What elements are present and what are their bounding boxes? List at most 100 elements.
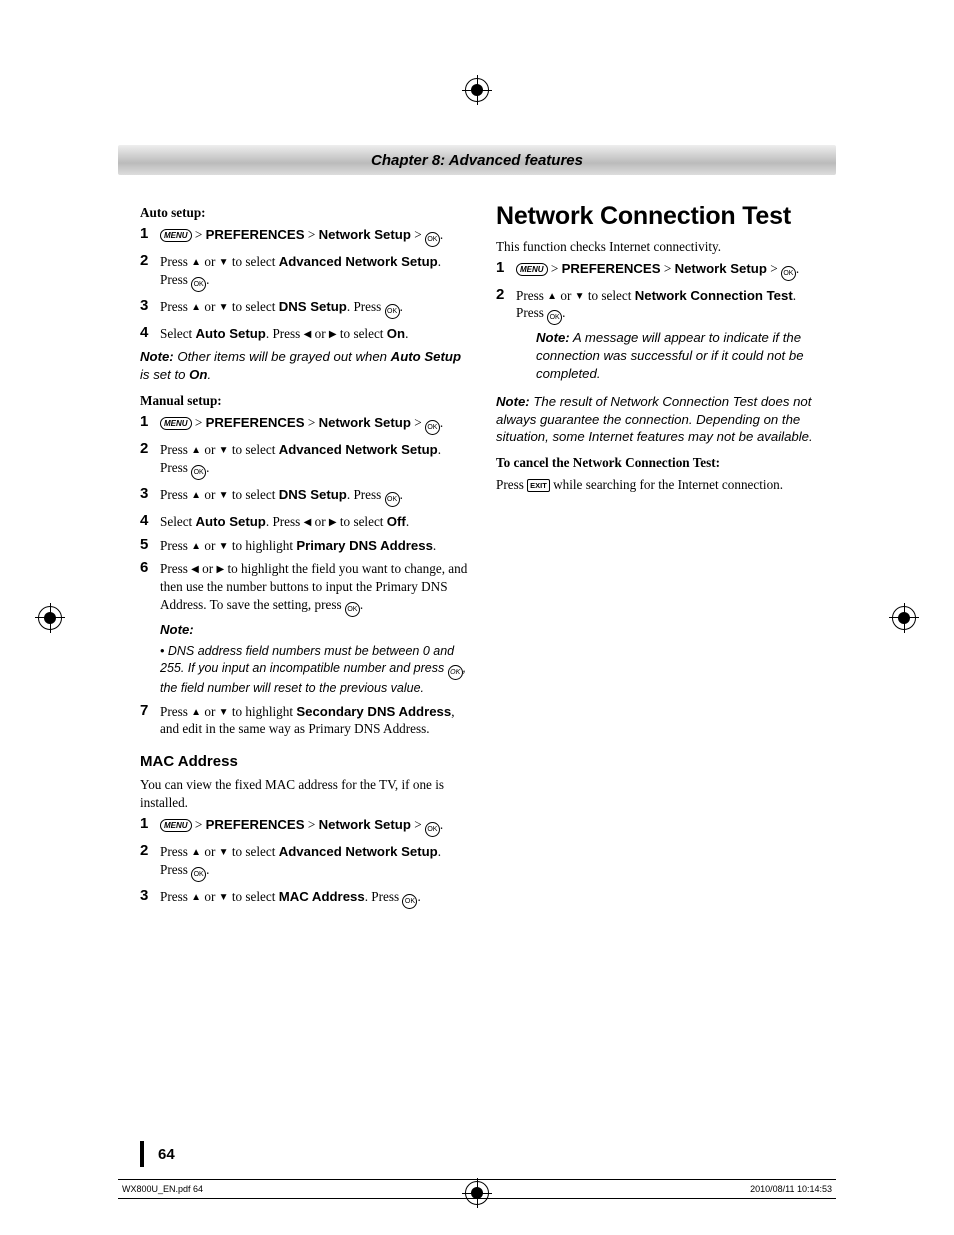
ok-icon: OK bbox=[345, 602, 360, 617]
step-number: 5 bbox=[140, 537, 160, 554]
up-icon: ▲ bbox=[191, 892, 201, 903]
step-body: Press ▲ or ▼ to select MAC Address. Pres… bbox=[160, 888, 468, 909]
mac-address-intro: You can view the fixed MAC address for t… bbox=[140, 776, 468, 812]
step-body: Press ▲ or ▼ to select Advanced Network … bbox=[160, 843, 468, 882]
ok-icon: OK bbox=[385, 304, 400, 319]
ok-icon: OK bbox=[425, 822, 440, 837]
step-body: Press ▲ or ▼ to select DNS Setup. Press … bbox=[160, 486, 468, 507]
crop-mark-icon bbox=[892, 606, 916, 630]
ok-icon: OK bbox=[781, 266, 796, 281]
crop-mark-icon bbox=[38, 606, 62, 630]
ok-icon: OK bbox=[402, 894, 417, 909]
ok-icon: OK bbox=[425, 232, 440, 247]
step-number: 1 bbox=[140, 414, 160, 431]
step-body: Press ▲ or ▼ to select Network Connectio… bbox=[516, 287, 824, 387]
cancel-body: Press EXIT while searching for the Inter… bbox=[496, 476, 824, 494]
step-number: 2 bbox=[140, 441, 160, 458]
left-icon: ◀ bbox=[191, 564, 199, 575]
step-number: 2 bbox=[140, 253, 160, 270]
cancel-heading: To cancel the Network Connection Test: bbox=[496, 454, 824, 472]
step-number: 3 bbox=[140, 888, 160, 905]
step2-note: Note: A message will appear to indicate … bbox=[536, 329, 824, 382]
mac-address-steps: 1 MENU > PREFERENCES > Network Setup > O… bbox=[140, 816, 468, 909]
down-icon: ▼ bbox=[219, 541, 229, 552]
step-number: 6 bbox=[140, 560, 160, 577]
network-test-steps: 1 MENU > PREFERENCES > Network Setup > O… bbox=[496, 260, 824, 387]
down-icon: ▼ bbox=[219, 707, 229, 718]
footer: WX800U_EN.pdf 64 2010/08/11 10:14:53 bbox=[118, 1179, 836, 1199]
step-body: Press ▲ or ▼ to select Advanced Network … bbox=[160, 441, 468, 480]
page-number: 64 bbox=[158, 1146, 175, 1163]
step-number: 1 bbox=[140, 226, 160, 243]
network-test-outer-note: Note: The result of Network Connection T… bbox=[496, 393, 824, 446]
ok-icon: OK bbox=[385, 492, 400, 507]
step-number: 3 bbox=[140, 486, 160, 503]
step-number: 3 bbox=[140, 298, 160, 315]
up-icon: ▲ bbox=[191, 541, 201, 552]
ok-icon: OK bbox=[448, 665, 463, 680]
step-body: Press ▲ or ▼ to select DNS Setup. Press … bbox=[160, 298, 468, 319]
menu-icon: MENU bbox=[160, 417, 192, 430]
step-number: 7 bbox=[140, 703, 160, 720]
footer-left: WX800U_EN.pdf 64 bbox=[122, 1184, 203, 1194]
step-number: 4 bbox=[140, 513, 160, 530]
step-body: MENU > PREFERENCES > Network Setup > OK. bbox=[160, 816, 468, 837]
network-test-intro: This function checks Internet connectivi… bbox=[496, 238, 824, 256]
step-body: Select Auto Setup. Press ◀ or ▶ to selec… bbox=[160, 513, 468, 531]
menu-icon: MENU bbox=[160, 819, 192, 832]
down-icon: ▼ bbox=[219, 257, 229, 268]
mac-address-heading: MAC Address bbox=[140, 752, 468, 772]
right-icon: ▶ bbox=[329, 329, 337, 340]
ok-icon: OK bbox=[191, 277, 206, 292]
step-body: Press ◀ or ▶ to highlight the field you … bbox=[160, 560, 468, 696]
step-number: 1 bbox=[140, 816, 160, 833]
footer-right: 2010/08/11 10:14:53 bbox=[750, 1184, 832, 1194]
ok-icon: OK bbox=[547, 310, 562, 325]
step-body: Press ▲ or ▼ to highlight Secondary DNS … bbox=[160, 703, 468, 739]
ok-icon: OK bbox=[425, 420, 440, 435]
ok-icon: OK bbox=[191, 867, 206, 882]
step6-note-label: Note: bbox=[160, 622, 194, 637]
up-icon: ▲ bbox=[191, 302, 201, 313]
manual-setup-heading: Manual setup: bbox=[140, 392, 468, 410]
down-icon: ▼ bbox=[219, 490, 229, 501]
step-number: 4 bbox=[140, 325, 160, 342]
network-test-title: Network Connection Test bbox=[496, 200, 824, 234]
auto-setup-note: Note: Other items will be grayed out whe… bbox=[140, 348, 468, 384]
step-number: 2 bbox=[140, 843, 160, 860]
step-body: MENU > PREFERENCES > Network Setup > OK. bbox=[160, 414, 468, 435]
down-icon: ▼ bbox=[575, 291, 585, 302]
page-content: Auto setup: 1 MENU > PREFERENCES > Netwo… bbox=[140, 200, 824, 915]
manual-setup-steps: 1 MENU > PREFERENCES > Network Setup > O… bbox=[140, 414, 468, 738]
auto-setup-heading: Auto setup: bbox=[140, 204, 468, 222]
right-icon: ▶ bbox=[329, 517, 337, 528]
auto-setup-steps: 1 MENU > PREFERENCES > Network Setup > O… bbox=[140, 226, 468, 343]
ok-icon: OK bbox=[191, 465, 206, 480]
crop-mark-icon bbox=[465, 78, 489, 102]
left-column: Auto setup: 1 MENU > PREFERENCES > Netwo… bbox=[140, 200, 468, 915]
right-column: Network Connection Test This function ch… bbox=[496, 200, 824, 915]
up-icon: ▲ bbox=[191, 847, 201, 858]
up-icon: ▲ bbox=[547, 291, 557, 302]
chapter-title: Chapter 8: Advanced features bbox=[371, 152, 583, 169]
up-icon: ▲ bbox=[191, 490, 201, 501]
step-number: 2 bbox=[496, 287, 516, 304]
up-icon: ▲ bbox=[191, 707, 201, 718]
step6-bullet: • DNS address field numbers must be betw… bbox=[160, 643, 468, 697]
menu-icon: MENU bbox=[516, 263, 548, 276]
step-body: Press ▲ or ▼ to select Advanced Network … bbox=[160, 253, 468, 292]
right-icon: ▶ bbox=[216, 564, 224, 575]
exit-icon: EXIT bbox=[527, 479, 550, 492]
page-number-bar bbox=[140, 1141, 144, 1167]
down-icon: ▼ bbox=[219, 892, 229, 903]
down-icon: ▼ bbox=[219, 445, 229, 456]
down-icon: ▼ bbox=[219, 847, 229, 858]
step-body: Press ▲ or ▼ to highlight Primary DNS Ad… bbox=[160, 537, 468, 555]
menu-icon: MENU bbox=[160, 229, 192, 242]
down-icon: ▼ bbox=[219, 302, 229, 313]
step-number: 1 bbox=[496, 260, 516, 277]
step-body: Select Auto Setup. Press ◀ or ▶ to selec… bbox=[160, 325, 468, 343]
chapter-header: Chapter 8: Advanced features bbox=[118, 145, 836, 175]
up-icon: ▲ bbox=[191, 257, 201, 268]
step-body: MENU > PREFERENCES > Network Setup > OK. bbox=[160, 226, 468, 247]
